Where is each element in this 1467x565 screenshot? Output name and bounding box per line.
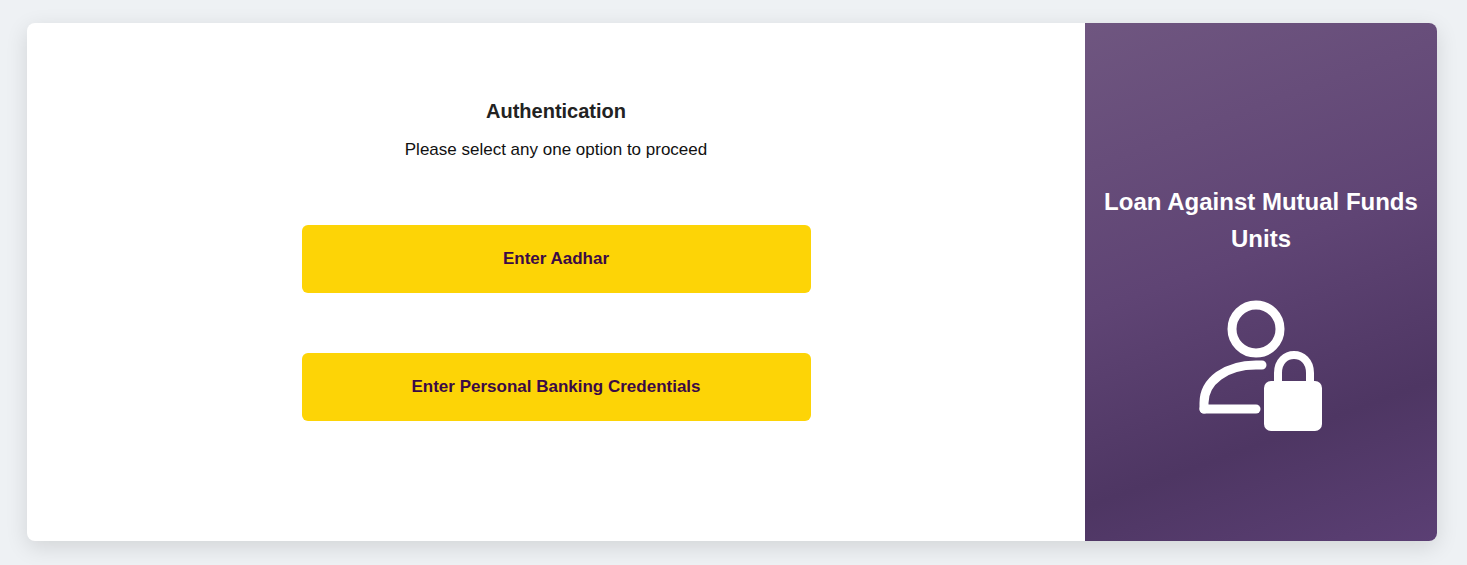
auth-title: Authentication — [486, 99, 626, 123]
side-panel: Loan Against Mutual Funds Units — [1085, 23, 1437, 541]
auth-option-button[interactable]: Enter Aadhar — [302, 225, 811, 293]
auth-card: Authentication Please select any one opti… — [27, 23, 1437, 541]
side-title: Loan Against Mutual Funds Units — [1085, 183, 1437, 257]
auth-subtitle: Please select any one option to proceed — [405, 139, 707, 161]
auth-options: Enter Aadhar Enter Personal Banking Crede… — [302, 225, 811, 421]
user-lock-icon — [1196, 299, 1326, 434]
auth-panel: Authentication Please select any one opti… — [27, 23, 1085, 541]
auth-option-button[interactable]: Enter Personal Banking Credentials — [302, 353, 811, 421]
